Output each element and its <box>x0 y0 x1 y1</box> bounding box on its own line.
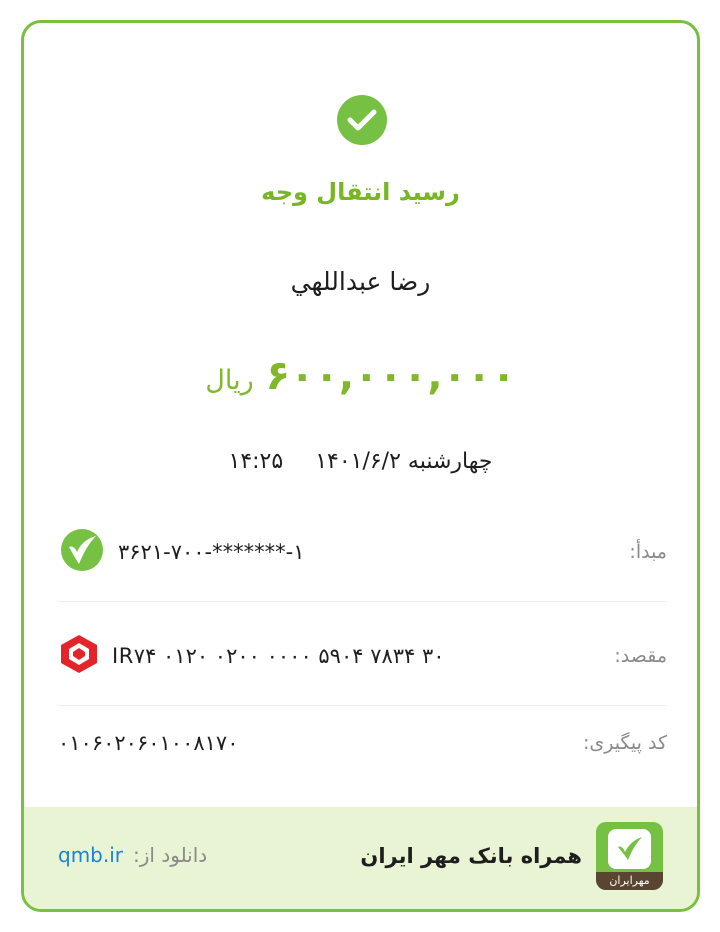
transfer-date: چهارشنبه ۱۴۰۱/۶/۲ <box>315 449 493 474</box>
source-label: مبدأ: <box>629 541 667 563</box>
currency-label: ریال <box>205 365 254 396</box>
download-label: دانلود از: <box>133 843 208 867</box>
brand-name: همراه بانک مهر ایران <box>360 844 582 868</box>
tracking-row: ۰۱۰۶۰۲۰۶۰۱۰۰۸۱۷۰ کد پیگیری: <box>58 731 667 755</box>
mehr-bank-logo-icon <box>58 528 106 576</box>
source-value-wrap: ۳۶۲۱-۷۰۰-*******-۱ <box>58 528 304 576</box>
success-check-icon <box>337 95 387 145</box>
transfer-datetime: چهارشنبه ۱۴۰۱/۶/۲ ۱۴:۲۵ <box>24 449 697 474</box>
destination-label: مقصد: <box>614 645 667 667</box>
brand-block: همراه بانک مهر ایران مهرایران <box>360 822 663 890</box>
tracking-label: کد پیگیری: <box>582 732 667 754</box>
tracking-code: ۰۱۰۶۰۲۰۶۰۱۰۰۸۱۷۰ <box>58 731 239 755</box>
receipt-card: رسید انتقال وجه رضا عبداللهي ریال ۶۰۰,۰۰… <box>21 20 700 912</box>
recipient-name: رضا عبداللهي <box>290 267 431 296</box>
destination-row: IR۷۴ ۰۱۲۰ ۰۲۰۰ ۰۰۰۰ ۵۹۰۴ ۷۸۳۴ ۳۰ مقصد: <box>58 633 667 679</box>
divider <box>58 601 667 602</box>
transfer-time: ۱۴:۲۵ <box>228 449 284 474</box>
source-account: ۳۶۲۱-۷۰۰-*******-۱ <box>118 540 305 564</box>
transfer-amount: ۶۰۰,۰۰۰,۰۰۰ <box>265 353 516 399</box>
amount-row: ریال ۶۰۰,۰۰۰,۰۰۰ <box>24 353 697 399</box>
logo-text: مهرایران <box>596 872 663 890</box>
divider <box>58 705 667 706</box>
receipt-title: رسید انتقال وجه <box>261 178 460 206</box>
mellat-bank-logo-icon <box>58 633 100 679</box>
footer-banner: qmb.ir دانلود از: همراه بانک مهر ایران م… <box>24 807 697 909</box>
destination-value-wrap: IR۷۴ ۰۱۲۰ ۰۲۰۰ ۰۰۰۰ ۵۹۰۴ ۷۸۳۴ ۳۰ <box>58 633 445 679</box>
download-info: qmb.ir دانلود از: <box>58 843 207 867</box>
download-link[interactable]: qmb.ir <box>58 843 123 867</box>
logo-check-icon <box>608 829 651 869</box>
source-row: ۳۶۲۱-۷۰۰-*******-۱ مبدأ: <box>58 528 667 576</box>
destination-iban: IR۷۴ ۰۱۲۰ ۰۲۰۰ ۰۰۰۰ ۵۹۰۴ ۷۸۳۴ ۳۰ <box>112 644 445 668</box>
mehr-iran-app-logo-icon: مهرایران <box>596 822 663 890</box>
